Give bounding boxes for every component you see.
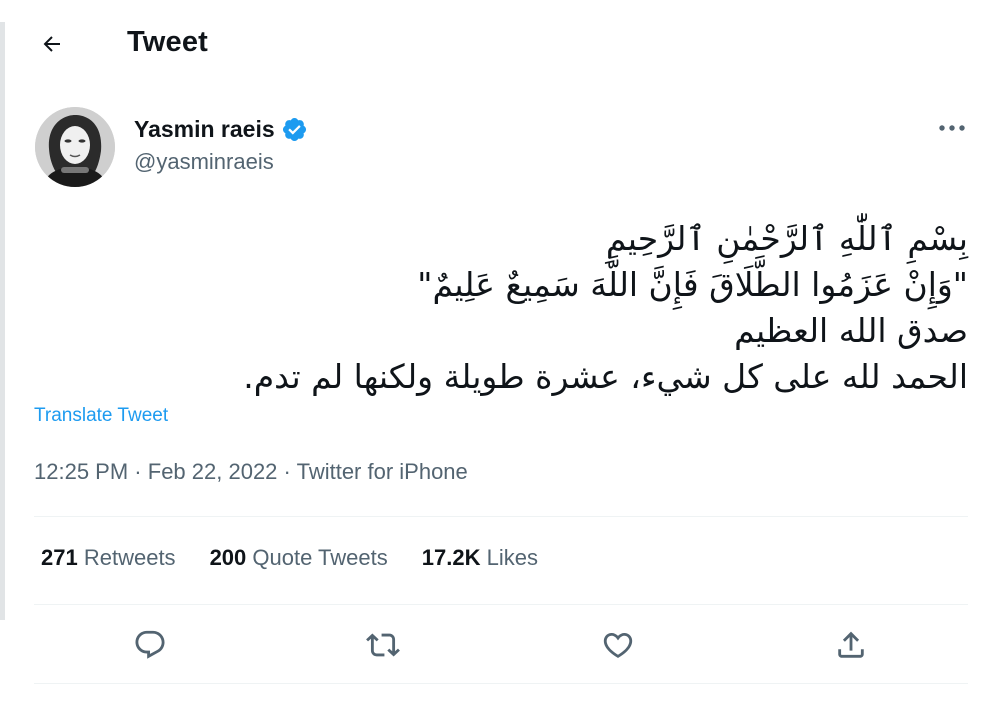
like-icon	[603, 632, 633, 658]
tweet-time[interactable]: 12:25 PM	[34, 459, 128, 484]
verified-badge-icon	[282, 117, 306, 141]
likes-label: Likes	[486, 545, 538, 570]
arrow-left-icon	[43, 36, 60, 52]
share-icon	[838, 631, 864, 658]
reply-icon	[135, 630, 165, 659]
header: Tweet	[0, 0, 993, 88]
page-title: Tweet	[127, 26, 209, 58]
tweet-line: صدق الله العظيم	[734, 311, 968, 350]
left-border	[0, 22, 5, 620]
more-dots-icon	[939, 125, 965, 131]
tweet-line: الحمد لله على كل شيء، عشرة طويلة ولكنها …	[243, 357, 968, 396]
tweet-source[interactable]: Twitter for iPhone	[297, 459, 468, 484]
quote-tweets-label: Quote Tweets	[252, 545, 388, 570]
avatar-photo	[35, 107, 115, 187]
retweets-stat[interactable]: 271 Retweets	[41, 545, 176, 571]
divider	[34, 516, 968, 517]
meta-separator: ·	[134, 459, 142, 484]
more-options-button[interactable]	[934, 112, 970, 144]
retweets-label: Retweets	[83, 545, 176, 570]
quote-tweets-stat[interactable]: 200 Quote Tweets	[210, 545, 388, 571]
retweets-count: 271	[41, 545, 78, 570]
share-button[interactable]	[829, 623, 873, 667]
user-info: Yasmin raeis @yasminraeis	[134, 112, 308, 175]
translate-tweet-link[interactable]: Translate Tweet	[34, 405, 168, 427]
divider	[34, 683, 968, 684]
action-bar	[34, 620, 968, 670]
user-handle[interactable]: @yasminraeis	[134, 149, 308, 175]
tweet-stats: 271 Retweets 200 Quote Tweets 17.2K Like…	[41, 545, 538, 571]
back-button[interactable]	[32, 24, 72, 64]
like-button[interactable]	[596, 623, 640, 667]
meta-separator: ·	[283, 459, 291, 484]
likes-count: 17.2K	[421, 545, 481, 570]
avatar[interactable]	[35, 107, 115, 187]
display-name[interactable]: Yasmin raeis	[134, 116, 275, 143]
tweet-line: بِسْمِ ٱللّٰهِ ٱلرَّحْمٰنِ ٱلرَّحِيمِ	[605, 219, 968, 258]
reply-button[interactable]	[128, 623, 172, 667]
tweet-date[interactable]: Feb 22, 2022	[148, 459, 278, 484]
retweet-button[interactable]	[361, 623, 405, 667]
likes-stat[interactable]: 17.2K Likes	[422, 545, 538, 571]
retweet-icon	[366, 633, 400, 657]
quote-tweets-count: 200	[209, 545, 247, 570]
tweet-line: "وَإِنْ عَزَمُوا الطَّلَاقَ فَإِنَّ اللَ…	[417, 265, 968, 304]
tweet-text: بِسْمِ ٱللّٰهِ ٱلرَّحْمٰنِ ٱلرَّحِيمِ "و…	[128, 216, 968, 400]
tweet-metadata: 12:25 PM · Feb 22, 2022 · Twitter for iP…	[34, 459, 468, 485]
divider	[34, 604, 968, 605]
